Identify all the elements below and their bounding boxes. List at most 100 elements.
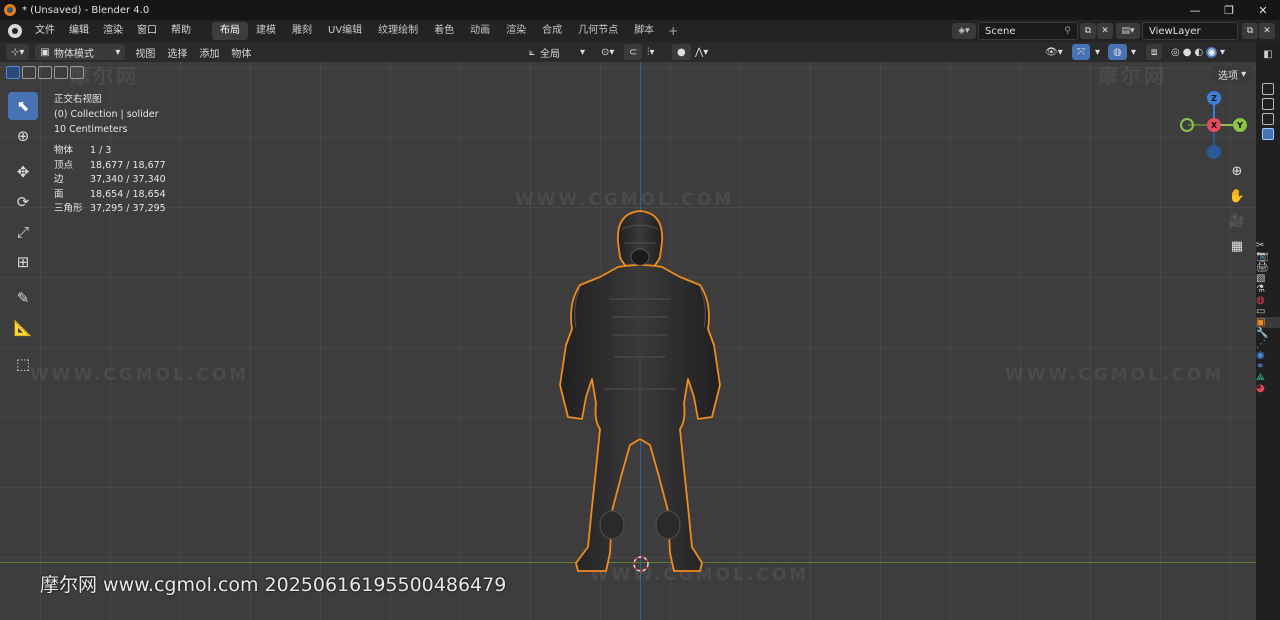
blender-logo-icon[interactable] — [8, 24, 22, 38]
delete-view-layer-button[interactable]: ✕ — [1259, 23, 1275, 39]
menu-edit[interactable]: 编辑 — [62, 20, 96, 42]
navigation-gizmo[interactable]: Z Y X — [1180, 88, 1250, 159]
snap-target-button[interactable]: ⫶▾ — [642, 44, 660, 60]
camera-icon[interactable] — [1262, 98, 1274, 110]
object-properties-icon[interactable]: ▣ — [1256, 317, 1280, 328]
tab-uv-editing[interactable]: UV编辑 — [320, 22, 370, 40]
tab-animation[interactable]: 动画 — [462, 22, 498, 40]
transform-tool-icon[interactable]: ⊞ — [8, 248, 38, 276]
tab-shading[interactable]: 着色 — [426, 22, 462, 40]
scene-properties-icon[interactable]: ⚗ — [1256, 284, 1280, 295]
render-properties-icon[interactable]: 📷 — [1256, 251, 1280, 262]
scene-field[interactable]: Scene ⚲ — [978, 22, 1078, 40]
maximize-button[interactable]: ❐ — [1212, 0, 1246, 20]
select-subtract-icon[interactable] — [38, 66, 52, 79]
rendered-shading-icon[interactable]: ◉ — [1206, 46, 1217, 58]
modifier-properties-icon[interactable]: 🔧 — [1256, 328, 1280, 339]
camera-view-icon[interactable]: 🎥 — [1226, 210, 1248, 232]
view-layer-properties-icon[interactable]: ▧ — [1256, 273, 1280, 284]
move-tool-icon[interactable]: ✥ — [8, 158, 38, 186]
ortho-grid-icon[interactable]: ▦ — [1226, 235, 1248, 257]
scene-selector-icon[interactable]: ◈▾ — [952, 23, 976, 39]
menu-select[interactable]: 选择 — [161, 45, 193, 60]
menu-help[interactable]: 帮助 — [164, 20, 198, 42]
menu-window[interactable]: 窗口 — [130, 20, 164, 42]
scale-tool-icon[interactable]: ⤢ — [8, 218, 38, 246]
close-button[interactable]: ✕ — [1246, 0, 1280, 20]
falloff-button[interactable]: ⋀▾ — [690, 44, 713, 60]
outliner-toggle-icon[interactable]: ◧ — [1260, 46, 1276, 62]
collection-properties-icon[interactable]: ▭ — [1256, 306, 1280, 317]
add-cube-tool-icon[interactable]: ⬚ — [8, 350, 38, 378]
constraints-properties-icon[interactable]: ⚭ — [1256, 361, 1280, 372]
new-scene-button[interactable]: ⧉ — [1080, 23, 1096, 39]
menu-object[interactable]: 物体 — [225, 45, 257, 60]
y-axis-ball[interactable]: Y — [1233, 118, 1247, 132]
proportional-edit-toggle[interactable]: ● — [672, 44, 691, 60]
tab-rendering[interactable]: 渲染 — [498, 22, 534, 40]
menu-render[interactable]: 渲染 — [96, 20, 130, 42]
wireframe-shading-icon[interactable]: ◎ — [1171, 47, 1180, 58]
z-axis-ball[interactable]: Z — [1207, 91, 1221, 105]
camera-icon[interactable] — [1262, 128, 1274, 140]
cursor-tool-icon[interactable]: ⊕ — [8, 122, 38, 150]
neg-z-axis-ball[interactable] — [1207, 145, 1221, 159]
tab-scripting[interactable]: 脚本 — [626, 22, 662, 40]
zoom-icon[interactable]: ⊕ — [1226, 160, 1248, 182]
overlays-toggle[interactable]: ◍ — [1108, 44, 1127, 60]
soldier-model[interactable] — [550, 207, 730, 577]
solid-shading-icon[interactable]: ● — [1183, 47, 1192, 58]
pin-icon[interactable]: ⚲ — [1064, 26, 1071, 36]
tab-sculpting[interactable]: 雕刻 — [284, 22, 320, 40]
visibility-button[interactable]: 👁▾ — [1040, 44, 1068, 60]
shading-modes[interactable]: ◎ ● ◐ ◉ ▾ — [1166, 44, 1230, 60]
orientation-dropdown[interactable]: ⟀ 全局 ▾ — [524, 44, 590, 60]
3d-viewport[interactable]: WWW.CGMOL.COM WWW.CGMOL.COM WWW.CGMOL.CO… — [0, 62, 1256, 620]
xray-toggle[interactable]: ⧈ — [1146, 44, 1163, 60]
select-invert-icon[interactable] — [54, 66, 68, 79]
rotate-tool-icon[interactable]: ⟳ — [8, 188, 38, 216]
overlays-dropdown[interactable]: ▾ — [1126, 44, 1141, 60]
annotate-tool-icon[interactable]: ✎ — [8, 284, 38, 312]
tab-compositing[interactable]: 合成 — [534, 22, 570, 40]
pan-hand-icon[interactable]: ✋ — [1226, 185, 1248, 207]
editor-type-button[interactable]: ⊹▾ — [6, 44, 30, 60]
chevron-down-icon[interactable]: ▾ — [1220, 47, 1225, 58]
gizmo-toggle[interactable]: ⤧ — [1072, 44, 1090, 60]
tab-geometry-nodes[interactable]: 几何节点 — [570, 22, 626, 40]
tool-properties-icon[interactable]: ✂ — [1256, 240, 1280, 251]
material-shading-icon[interactable]: ◐ — [1194, 47, 1203, 58]
camera-icon[interactable] — [1262, 113, 1274, 125]
physics-properties-icon[interactable]: ◉ — [1256, 350, 1280, 361]
menu-file[interactable]: 文件 — [28, 20, 62, 42]
camera-icon[interactable] — [1262, 83, 1274, 95]
particles-properties-icon[interactable]: ⋰ — [1256, 339, 1280, 350]
select-extend-icon[interactable] — [22, 66, 36, 79]
select-intersect-icon[interactable] — [70, 66, 84, 79]
add-workspace-button[interactable]: + — [662, 24, 684, 38]
material-properties-icon[interactable]: ◕ — [1256, 383, 1280, 394]
new-view-layer-button[interactable]: ⧉ — [1242, 23, 1258, 39]
menu-view[interactable]: 视图 — [129, 45, 161, 60]
minimize-button[interactable]: — — [1178, 0, 1212, 20]
menu-add[interactable]: 添加 — [193, 45, 225, 60]
output-properties-icon[interactable]: 🖨 — [1256, 262, 1280, 273]
options-dropdown[interactable]: 选项 ▾ — [1212, 66, 1253, 82]
measure-tool-icon[interactable]: 📐 — [8, 314, 38, 342]
view-layer-field[interactable]: ViewLayer — [1142, 22, 1238, 40]
delete-scene-button[interactable]: ✕ — [1097, 23, 1113, 39]
data-properties-icon[interactable]: ⟁ — [1256, 372, 1280, 383]
gizmo-dropdown[interactable]: ▾ — [1090, 44, 1105, 60]
x-axis-ball[interactable]: X — [1207, 118, 1221, 132]
select-tool-icon[interactable]: ⬉ — [8, 92, 38, 120]
mode-dropdown[interactable]: ▣ 物体模式 ▾ — [35, 44, 126, 60]
world-properties-icon[interactable]: ◍ — [1256, 295, 1280, 306]
tab-texture-paint[interactable]: 纹理绘制 — [370, 22, 426, 40]
pivot-point-button[interactable]: ⊙▾ — [596, 44, 619, 60]
snap-toggle[interactable]: ⊂ — [624, 44, 643, 60]
neg-y-axis-ball[interactable] — [1180, 118, 1194, 132]
tab-modeling[interactable]: 建模 — [248, 22, 284, 40]
select-new-icon[interactable] — [6, 66, 20, 79]
tab-layout[interactable]: 布局 — [212, 22, 248, 40]
view-layer-icon[interactable]: ▤▾ — [1116, 23, 1140, 39]
